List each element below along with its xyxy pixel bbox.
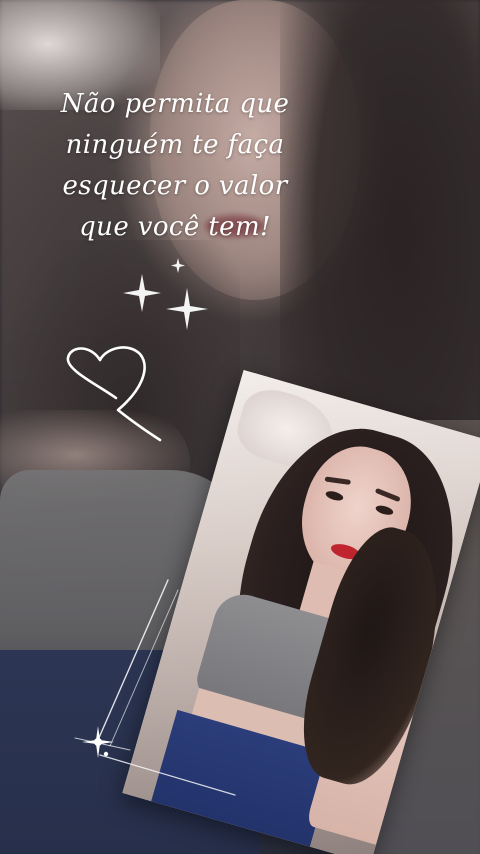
quote-text: Não permita que ninguém te faça esquecer…: [40, 84, 310, 248]
quote-line-4: que você tem!: [79, 212, 271, 242]
quote-line-1: Não permita que: [60, 89, 290, 119]
sparkle-stars-icon: [123, 258, 208, 330]
quote-line-3: esquecer o valor: [62, 171, 288, 201]
story-canvas: Não permita que ninguém te faça esquecer…: [0, 0, 480, 854]
quote-line-2: ninguém te faça: [65, 130, 285, 160]
heart-outline-icon: [66, 346, 162, 442]
